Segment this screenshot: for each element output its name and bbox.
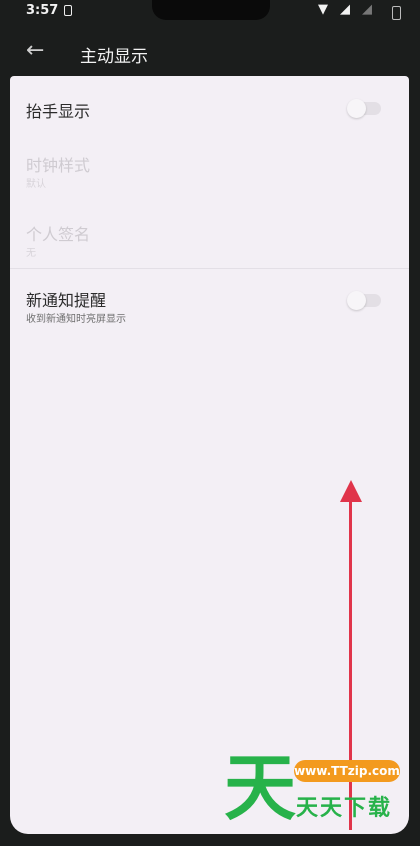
swipe-up-arrow-head-icon bbox=[340, 480, 362, 502]
back-arrow-icon[interactable]: ← bbox=[26, 38, 44, 63]
watermark-name: 天天下载 bbox=[296, 796, 393, 821]
setting-personal-signature[interactable]: 个人签名 无 bbox=[10, 208, 409, 268]
new-notification-toggle[interactable] bbox=[347, 291, 381, 310]
setting-sublabel: 收到新通知时亮屏显示 bbox=[26, 314, 126, 325]
page-title: 主动显示 bbox=[80, 47, 148, 67]
status-time: 3:57 bbox=[26, 3, 59, 18]
toggle-knob bbox=[347, 291, 366, 310]
wifi-icon: ▼ bbox=[318, 2, 328, 17]
signal-secondary-icon: ◢ bbox=[362, 2, 372, 17]
setting-label: 个人签名 bbox=[26, 225, 91, 244]
setting-value: 无 bbox=[26, 248, 36, 259]
watermark-logo: 天 www.TTzip.com 天天下载 bbox=[222, 748, 402, 828]
toggle-knob bbox=[347, 99, 366, 118]
battery-icon bbox=[392, 6, 401, 20]
setting-label: 抬手显示 bbox=[26, 102, 91, 121]
signal-icon: ◢ bbox=[340, 2, 350, 17]
app-bar: ← 主动显示 bbox=[0, 30, 420, 76]
setting-value: 默认 bbox=[26, 179, 46, 190]
setting-new-notification[interactable]: 新通知提醒 收到新通知时亮屏显示 bbox=[10, 269, 409, 335]
sim-icon bbox=[64, 5, 72, 16]
status-bar: 3:57 ▼ ◢ ◢ bbox=[0, 0, 420, 24]
setting-label: 时钟样式 bbox=[26, 156, 91, 175]
setting-clock-style[interactable]: 时钟样式 默认 bbox=[10, 138, 409, 208]
watermark-url: www.TTzip.com bbox=[294, 760, 400, 782]
watermark-char: 天 bbox=[224, 746, 297, 830]
setting-raise-to-wake[interactable]: 抬手显示 bbox=[10, 76, 409, 138]
camera-notch bbox=[152, 0, 270, 20]
raise-to-wake-toggle[interactable] bbox=[347, 99, 381, 118]
setting-label: 新通知提醒 bbox=[26, 291, 107, 310]
